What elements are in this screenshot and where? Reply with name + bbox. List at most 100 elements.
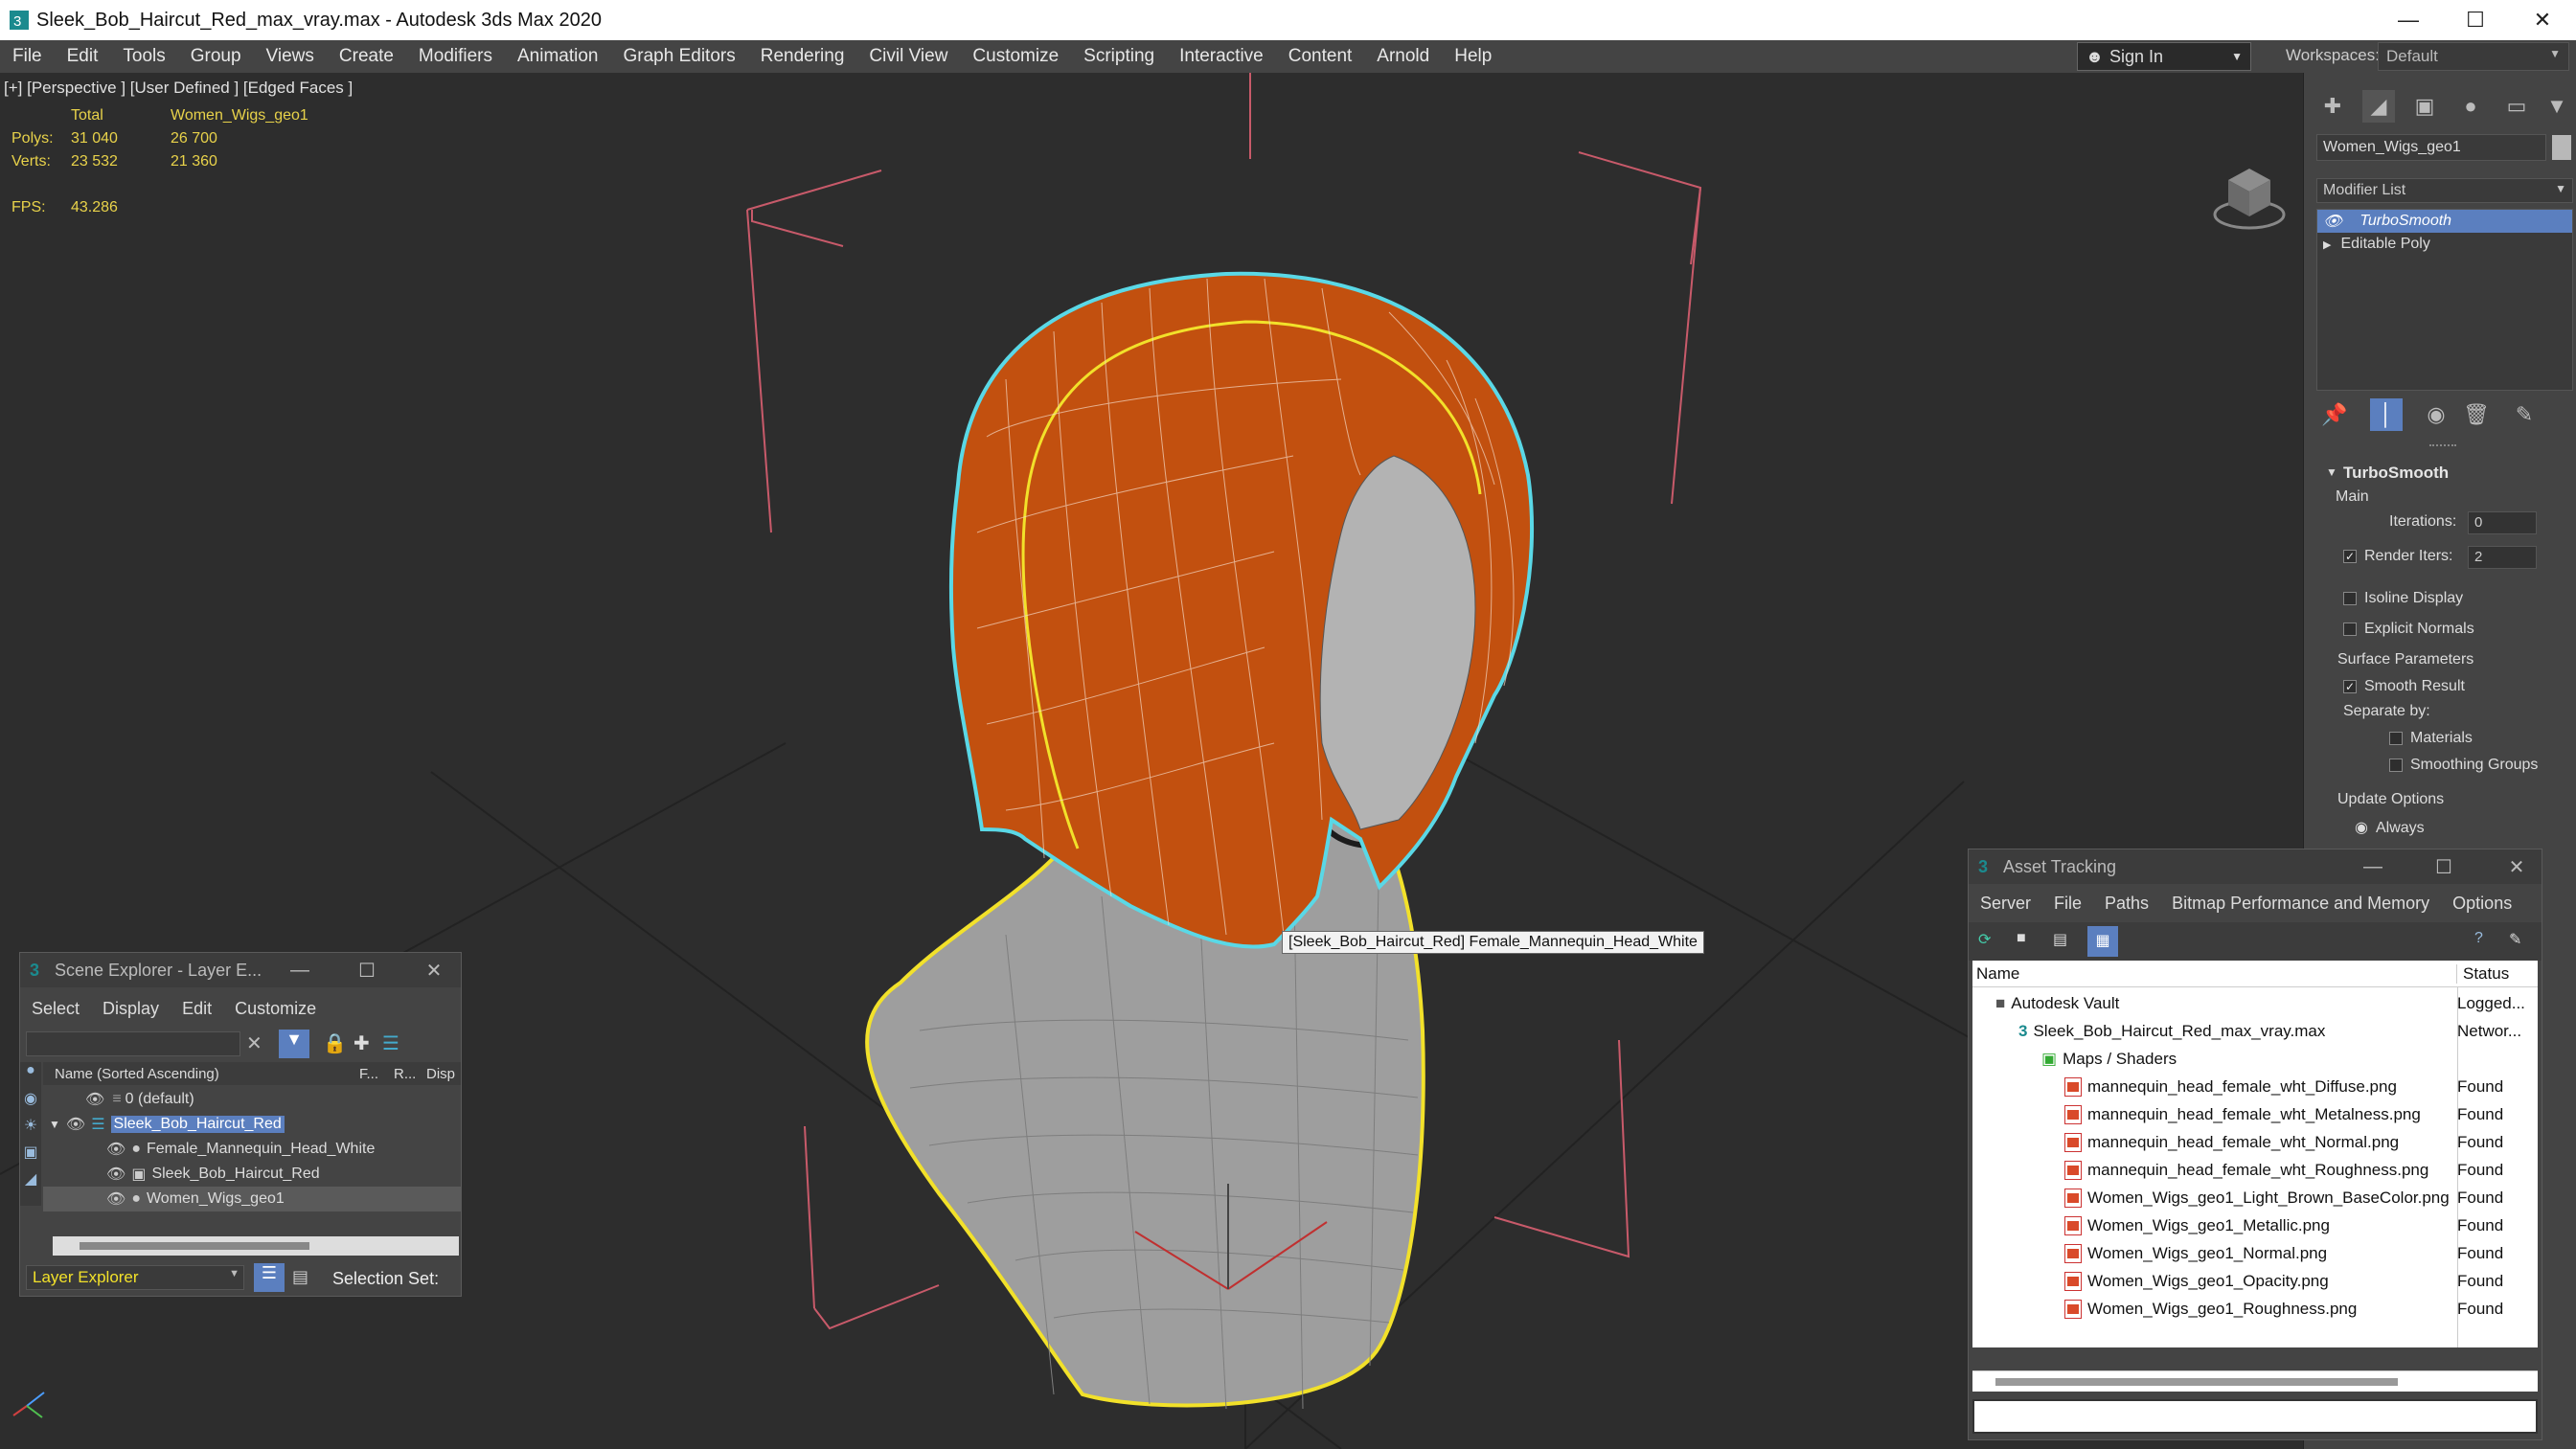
display-cameras-icon[interactable]: ▣	[20, 1143, 41, 1169]
expand-arrow-icon[interactable]: ▶	[2323, 238, 2331, 251]
se-row-haircut-layer[interactable]: ▼ 👁 ☰ Sleek_Bob_Haircut_Red	[43, 1112, 461, 1137]
se-menu-edit[interactable]: Edit	[171, 999, 223, 1019]
layers-toggle-icon[interactable]: ☰	[254, 1263, 285, 1292]
se-col-display[interactable]: Disp	[426, 1066, 455, 1082]
at-row-maps-shaders[interactable]: ▣ Maps / Shaders	[1972, 1045, 2538, 1073]
minimize-icon[interactable]: —	[2352, 849, 2394, 884]
create-tab-icon[interactable]: ✚	[2316, 90, 2349, 123]
layer-explorer-dropdown[interactable]: Layer Explorer ▼	[26, 1265, 244, 1290]
at-row-texture[interactable]: Women_Wigs_geo1_Normal.png Found	[1972, 1239, 2538, 1267]
refresh-icon[interactable]: ⟳	[1978, 930, 1991, 949]
make-unique-icon[interactable]: ◉	[2420, 398, 2452, 431]
menu-group[interactable]: Group	[178, 46, 254, 67]
se-search-input[interactable]	[26, 1031, 240, 1056]
rollout-arrow-icon[interactable]: ▼	[2326, 464, 2337, 481]
se-row-haircut-group[interactable]: 👁 ▣ Sleek_Bob_Haircut_Red	[43, 1162, 461, 1187]
at-row-texture[interactable]: Women_Wigs_geo1_Metallic.png Found	[1972, 1211, 2538, 1239]
display-none-icon[interactable]: ●	[20, 1062, 41, 1089]
menu-modifiers[interactable]: Modifiers	[406, 46, 505, 67]
iterations-spinner[interactable]: 0	[2468, 511, 2537, 534]
show-end-result-icon[interactable]: │	[2370, 398, 2403, 431]
eye-icon[interactable]: 👁	[85, 1090, 104, 1109]
maximize-button[interactable]: ☐	[2442, 0, 2509, 40]
se-col-freeze[interactable]: F...	[359, 1066, 394, 1082]
se-horizontal-scrollbar[interactable]	[53, 1236, 459, 1256]
se-col-render[interactable]: R...	[394, 1066, 426, 1082]
at-col-name[interactable]: Name	[1972, 963, 2457, 984]
object-name-field[interactable]: Women_Wigs_geo1	[2316, 134, 2546, 161]
menu-arnold[interactable]: Arnold	[1364, 46, 1442, 67]
list-view-icon[interactable]: ■	[2017, 930, 2026, 947]
object-color-swatch[interactable]	[2552, 135, 2571, 160]
modify-tab-icon[interactable]: ◢	[2362, 90, 2395, 123]
se-col-name[interactable]: Name (Sorted Ascending)	[43, 1066, 359, 1082]
clear-search-icon[interactable]: ✕	[246, 1031, 262, 1055]
viewcube-icon[interactable]	[2213, 169, 2286, 230]
help-icon[interactable]: ?	[2474, 930, 2483, 947]
stack-item-turbosmooth[interactable]: 👁 TurboSmooth	[2317, 210, 2572, 233]
sign-in-dropdown[interactable]: ☻ Sign In ▼	[2077, 42, 2251, 71]
at-menu-file[interactable]: File	[2042, 894, 2093, 914]
pin-stack-icon[interactable]: 📌	[2318, 398, 2351, 431]
menu-graph-editors[interactable]: Graph Editors	[611, 46, 748, 67]
display-tab-icon[interactable]: ▭	[2500, 90, 2533, 123]
eye-icon[interactable]: 👁	[106, 1165, 125, 1184]
viewport-label[interactable]: [+] [Perspective ] [User Defined ] [Edge…	[4, 79, 353, 98]
smooth-result-checkbox[interactable]: ✓ Smooth Result	[2343, 678, 2465, 695]
lock-icon[interactable]: 🔒	[323, 1031, 347, 1055]
utilities-tab-icon[interactable]: ▼	[2542, 90, 2571, 123]
filter-icon[interactable]: ▼	[279, 1030, 309, 1058]
eye-icon[interactable]: 👁	[106, 1189, 125, 1209]
explicit-normals-checkbox[interactable]: Explicit Normals	[2343, 621, 2474, 638]
at-menu-paths[interactable]: Paths	[2093, 894, 2160, 914]
stack-item-editable-poly[interactable]: ▶ Editable Poly	[2317, 233, 2572, 256]
materials-checkbox[interactable]: Materials	[2389, 730, 2473, 747]
eye-icon[interactable]: 👁	[66, 1115, 85, 1134]
at-row-texture[interactable]: Women_Wigs_geo1_Roughness.png Found	[1972, 1295, 2538, 1323]
minimize-icon[interactable]: —	[279, 953, 321, 987]
at-row-texture[interactable]: mannequin_head_female_wht_Diffuse.png Fo…	[1972, 1073, 2538, 1100]
menu-edit[interactable]: Edit	[55, 46, 111, 67]
at-row-texture[interactable]: Women_Wigs_geo1_Opacity.png Found	[1972, 1267, 2538, 1295]
minimize-button[interactable]: —	[2375, 0, 2442, 40]
menu-civil-view[interactable]: Civil View	[856, 46, 960, 67]
at-row-max-file[interactable]: 3 Sleek_Bob_Haircut_Red_max_vray.max Net…	[1972, 1017, 2538, 1045]
hierarchy-tab-icon[interactable]: ▣	[2408, 90, 2441, 123]
at-menu-server[interactable]: Server	[1969, 894, 2042, 914]
hierarchy-icon[interactable]: ▤	[292, 1267, 308, 1287]
modifier-list-dropdown[interactable]: Modifier List ▼	[2316, 178, 2573, 203]
panel-resize-handle[interactable]	[2429, 444, 2456, 450]
menu-content[interactable]: Content	[1276, 46, 1365, 67]
se-row-wigs-geo[interactable]: 👁 ● Women_Wigs_geo1	[43, 1187, 461, 1211]
eye-icon[interactable]: 👁	[2323, 212, 2342, 231]
se-menu-select[interactable]: Select	[20, 999, 91, 1019]
menu-rendering[interactable]: Rendering	[748, 46, 857, 67]
layers-icon[interactable]: ☰	[382, 1031, 399, 1055]
display-geometry-icon[interactable]: ◉	[20, 1089, 41, 1116]
eye-icon[interactable]: 👁	[106, 1140, 125, 1159]
collapse-arrow-icon[interactable]: ▼	[49, 1118, 60, 1131]
maximize-icon[interactable]: ☐	[346, 953, 388, 987]
render-iters-spinner[interactable]: 2	[2468, 546, 2537, 569]
isoline-display-checkbox[interactable]: Isoline Display	[2343, 590, 2463, 607]
at-row-texture[interactable]: mannequin_head_female_wht_Metalness.png …	[1972, 1100, 2538, 1128]
se-menu-customize[interactable]: Customize	[223, 999, 328, 1019]
display-helpers-icon[interactable]: ◢	[20, 1169, 41, 1196]
display-lights-icon[interactable]: ☀	[20, 1116, 41, 1143]
menu-create[interactable]: Create	[327, 46, 406, 67]
at-row-texture[interactable]: mannequin_head_female_wht_Normal.png Fou…	[1972, 1128, 2538, 1156]
at-menu-options[interactable]: Options	[2441, 894, 2523, 914]
settings-icon[interactable]: ✎	[2509, 930, 2521, 949]
se-row-mannequin[interactable]: 👁 ● Female_Mannequin_Head_White	[43, 1137, 461, 1162]
menu-customize[interactable]: Customize	[960, 46, 1071, 67]
at-col-status[interactable]: Status	[2457, 964, 2509, 984]
scene-explorer-titlebar[interactable]: 3 Scene Explorer - Layer E... — ☐ ✕	[20, 953, 461, 987]
close-icon[interactable]: ✕	[2496, 849, 2538, 884]
asset-tracking-titlebar[interactable]: 3 Asset Tracking — ☐ ✕	[1969, 849, 2542, 884]
workspaces-select[interactable]: Default ▼	[2378, 42, 2569, 71]
always-radio[interactable]: ◉ Always	[2355, 818, 2425, 837]
se-row-default-layer[interactable]: 👁 ≡ 0 (default)	[43, 1087, 461, 1112]
menu-views[interactable]: Views	[254, 46, 327, 67]
motion-tab-icon[interactable]: ●	[2454, 90, 2487, 123]
tree-view-icon[interactable]: ▤	[2053, 930, 2067, 949]
